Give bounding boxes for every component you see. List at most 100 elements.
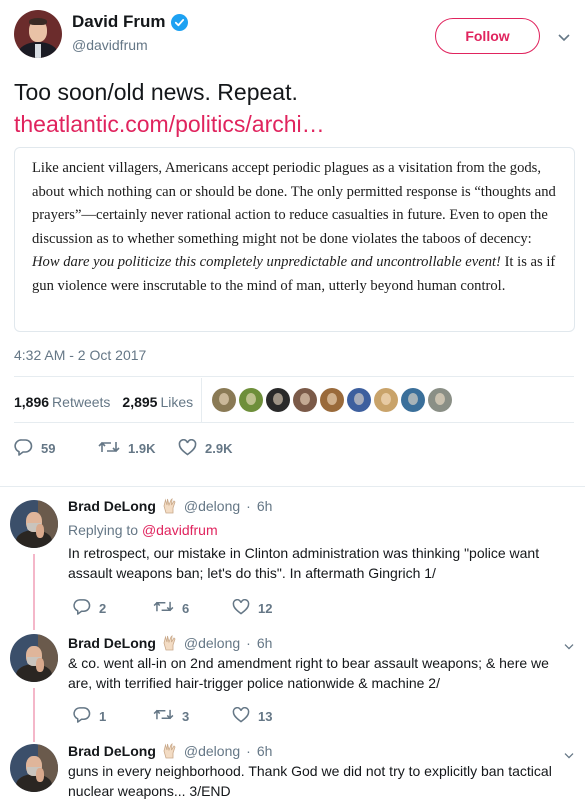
liker-avatar[interactable] (347, 388, 371, 412)
reply-avatar[interactable] (10, 744, 58, 792)
reply-time[interactable]: 6h (257, 498, 273, 514)
follow-button[interactable]: Follow (435, 18, 540, 54)
tweet-link[interactable]: theatlantic.com/politics/archi… (14, 108, 574, 140)
reply-count: 2 (99, 600, 107, 616)
avatar-hand (36, 524, 44, 538)
thread-line (33, 554, 35, 630)
liker-avatar[interactable] (401, 388, 425, 412)
reply-icon (73, 598, 91, 618)
reply-dot: · (246, 743, 251, 759)
reply-icon (73, 706, 91, 726)
retweet-count: 1.9K (128, 441, 156, 456)
heart-icon (232, 706, 250, 726)
author-handle[interactable]: @davidfrum (72, 37, 148, 53)
liker-avatar[interactable] (239, 388, 263, 412)
reply-actions: 2 6 12 (73, 598, 272, 618)
reply-icon (14, 438, 33, 459)
avatar-shoulders (16, 530, 52, 548)
heart-icon (178, 438, 197, 459)
reply-avatar[interactable] (10, 500, 58, 548)
liker-avatar-face (300, 393, 310, 405)
reply-author-name[interactable]: Brad DeLong (68, 635, 156, 651)
liker-avatar[interactable] (212, 388, 236, 412)
reply-text: guns in every neighborhood. Thank God we… (68, 763, 552, 799)
verified-icon (170, 13, 188, 31)
liker-avatar[interactable] (266, 388, 290, 412)
reply-dot: · (246, 635, 251, 651)
retweets-stat[interactable]: 1,896 Retweets (14, 394, 110, 410)
like-action[interactable]: 13 (232, 706, 272, 726)
vulcan-salute-icon (162, 742, 178, 759)
liker-avatar-face (246, 393, 256, 405)
main-tweet: David Frum @davidfrum Follow Too soon/ol… (0, 0, 585, 486)
reply-tweet[interactable]: Brad DeLong @delong · 6h Replying to @da… (0, 486, 585, 630)
avatar-hair (29, 18, 47, 25)
liker-avatar-face (327, 393, 337, 405)
avatar-hand (36, 658, 44, 672)
retweet-icon (98, 439, 120, 458)
liker-avatar-face (273, 393, 283, 405)
reply-tweet[interactable]: Brad DeLong @delong · 6h & co. went all-… (0, 626, 585, 742)
liker-avatar-face (435, 393, 445, 405)
retweet-action[interactable]: 6 (153, 598, 232, 618)
reply-text: In retrospect, our mistake in Clinton ad… (68, 545, 540, 581)
liker-avatar[interactable] (374, 388, 398, 412)
retweets-count: 1,896 (14, 394, 50, 410)
author-avatar[interactable] (14, 10, 62, 58)
reply-author-handle[interactable]: @delong (184, 498, 240, 514)
likes-label: Likes (160, 394, 194, 410)
liker-avatar[interactable] (428, 388, 452, 412)
engagement-stats: 1,896 Retweets 2,895 Likes (14, 394, 193, 410)
retweet-icon (153, 599, 174, 617)
reply-avatar[interactable] (10, 634, 58, 682)
vulcan-salute-icon (162, 634, 178, 651)
tweet-timestamp[interactable]: 4:32 AM - 2 Oct 2017 (14, 347, 146, 363)
reply-author-handle[interactable]: @delong (184, 635, 240, 651)
avatar-shoulders (16, 664, 52, 682)
liker-avatar[interactable] (293, 388, 317, 412)
retweet-count: 6 (182, 600, 190, 616)
likes-stat[interactable]: 2,895 Likes (122, 394, 193, 410)
reply-author-name[interactable]: Brad DeLong (68, 498, 156, 514)
like-action[interactable]: 2.9K (178, 438, 232, 459)
replying-to-handle[interactable]: @davidfrum (142, 522, 218, 538)
reply-count: 59 (41, 441, 56, 456)
replying-to: Replying to @davidfrum (68, 522, 218, 538)
tweet-actions: 59 1.9K 2.9K (14, 438, 232, 459)
like-action[interactable]: 12 (232, 598, 272, 618)
chevron-down-icon[interactable] (557, 30, 571, 48)
like-count: 12 (258, 600, 273, 616)
author-name[interactable]: David Frum (72, 12, 166, 32)
reply-action[interactable]: 1 (73, 706, 153, 726)
avatar-shoulders (16, 774, 52, 792)
reply-action[interactable]: 59 (14, 438, 98, 459)
retweet-action[interactable]: 1.9K (98, 438, 178, 459)
liker-avatar-face (381, 393, 391, 405)
reply-header: Brad DeLong @delong · 6h (68, 497, 273, 514)
like-count: 13 (258, 708, 273, 724)
avatar-shirt (35, 44, 41, 58)
quote-text-part1: Like ancient villagers, Americans accept… (32, 160, 556, 247)
reply-action[interactable]: 2 (73, 598, 153, 618)
liker-avatar[interactable] (320, 388, 344, 412)
quote-card[interactable]: Like ancient villagers, Americans accept… (14, 147, 575, 332)
reply-time[interactable]: 6h (257, 635, 273, 651)
reply-author-name[interactable]: Brad DeLong (68, 743, 156, 759)
heart-icon (232, 598, 250, 618)
reply-tweet[interactable]: Brad DeLong @delong · 6h guns in every n… (0, 738, 585, 810)
stats-separator (201, 378, 202, 422)
reply-header: Brad DeLong @delong · 6h (68, 634, 273, 651)
reply-dot: · (246, 498, 251, 514)
retweet-count: 3 (182, 708, 190, 724)
liker-avatar-face (408, 393, 418, 405)
reply-time[interactable]: 6h (257, 743, 273, 759)
reply-author-handle[interactable]: @delong (184, 743, 240, 759)
thread-line (33, 688, 35, 742)
like-count: 2.9K (205, 441, 233, 456)
retweet-icon (153, 707, 174, 725)
reply-count: 1 (99, 708, 107, 724)
stats-divider-bottom (14, 422, 574, 423)
liker-avatar-face (354, 393, 364, 405)
retweet-action[interactable]: 3 (153, 706, 232, 726)
reply-actions: 1 3 13 (73, 706, 272, 726)
